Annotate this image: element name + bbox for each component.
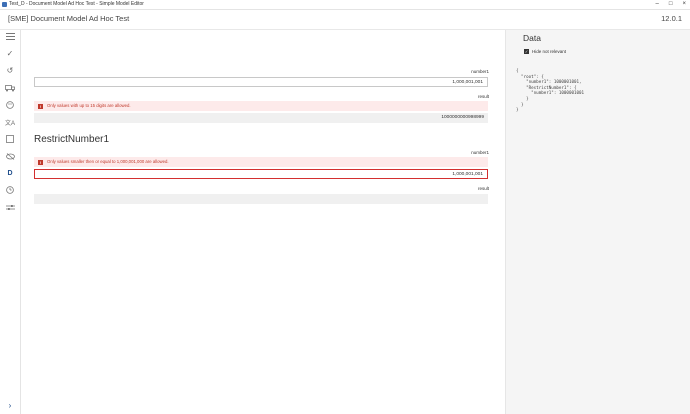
- window-controls: – □ ×: [656, 0, 686, 9]
- app-header: [SME] Document Model Ad Hoc Test 12.0.1: [0, 10, 690, 30]
- field-label-number1: number1: [471, 69, 489, 74]
- error-icon: !: [38, 103, 43, 109]
- restrict-number1-input[interactable]: 1,000,001,001: [34, 169, 488, 179]
- menu-icon[interactable]: [4, 30, 16, 42]
- history-icon[interactable]: ↺: [4, 64, 16, 76]
- digits-error-message: ! Only values with up to 15 digits are a…: [34, 101, 488, 111]
- result-output: 1000000000998999: [34, 113, 488, 123]
- sliders-icon[interactable]: [4, 201, 16, 213]
- result-label: result: [477, 186, 489, 191]
- checkbox-label: Hide not relevant: [532, 49, 567, 54]
- json-data-view: { "root": { "number1": 1000001001, "Rest…: [516, 68, 585, 113]
- minimize-icon[interactable]: –: [656, 0, 659, 9]
- window-titlebar: Test_D - Document Model Ad Hoc Test - Si…: [0, 0, 690, 10]
- window-title: Test_D - Document Model Ad Hoc Test - Si…: [9, 1, 144, 7]
- range-error-message: ! Only values smaller then or equal to 1…: [34, 157, 488, 167]
- eye-off-icon[interactable]: [4, 150, 16, 162]
- truck-icon[interactable]: [4, 82, 16, 94]
- field-label-number1: number1: [471, 150, 489, 155]
- section-title-restrictnumber1: RestrictNumber1: [34, 134, 110, 145]
- data-panel: Data ✓ Hide not relevant { "root": { "nu…: [505, 30, 690, 414]
- app-title: [SME] Document Model Ad Hoc Test: [8, 14, 130, 23]
- close-icon[interactable]: ×: [682, 0, 686, 9]
- check-icon[interactable]: ✓: [4, 47, 16, 59]
- sidebar: ✓ ↺ 文A D ›: [0, 30, 21, 414]
- result-output: [34, 194, 488, 204]
- translate-icon[interactable]: 文A: [4, 116, 16, 128]
- hide-not-relevant-toggle[interactable]: ✓ Hide not relevant: [524, 49, 566, 54]
- data-panel-title: Data: [523, 33, 541, 43]
- checkbox-checked-icon[interactable]: ✓: [524, 49, 529, 54]
- square-icon[interactable]: [4, 133, 16, 145]
- app-version: 12.0.1: [661, 14, 682, 23]
- maximize-icon[interactable]: □: [669, 0, 673, 9]
- number1-input[interactable]: 1,000,001,001: [34, 77, 488, 87]
- error-icon: !: [38, 159, 43, 165]
- d-icon[interactable]: D: [4, 167, 16, 179]
- app-icon: [2, 2, 7, 7]
- result-label: result: [477, 94, 489, 99]
- form-area: number1 1,000,001,001 result ! Only valu…: [21, 30, 501, 414]
- palette-icon[interactable]: [4, 99, 16, 111]
- clock-icon[interactable]: [4, 184, 16, 196]
- sidebar-expand-icon[interactable]: ›: [0, 401, 20, 410]
